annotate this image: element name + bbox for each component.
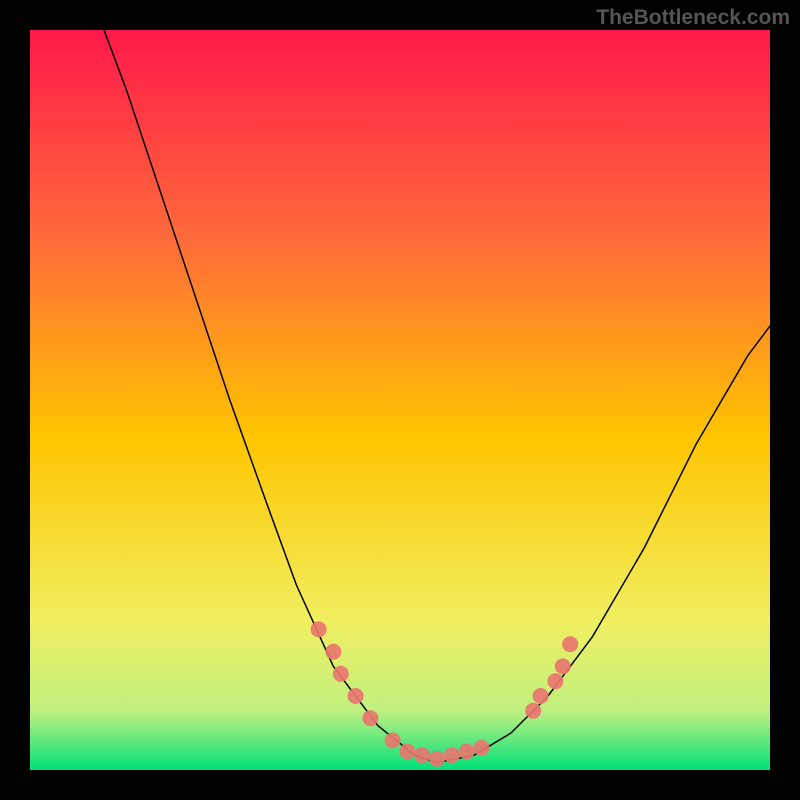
highlight-dot (325, 644, 341, 660)
highlight-dot (429, 751, 445, 767)
plot-area (30, 30, 770, 770)
highlight-dot (362, 710, 378, 726)
chart-svg (30, 30, 770, 770)
highlight-dot (444, 747, 460, 763)
highlight-dot (473, 740, 489, 756)
highlight-dot (525, 703, 541, 719)
gradient-background (30, 30, 770, 770)
highlight-dot (555, 658, 571, 674)
highlight-dot (399, 744, 415, 760)
highlight-dot (348, 688, 364, 704)
chart-container: TheBottleneck.com (0, 0, 800, 800)
highlight-dot (533, 688, 549, 704)
highlight-dot (385, 732, 401, 748)
highlight-dot (459, 744, 475, 760)
highlight-dot (414, 747, 430, 763)
highlight-dot (547, 673, 563, 689)
highlight-dot (333, 666, 349, 682)
watermark-text: TheBottleneck.com (596, 6, 790, 30)
highlight-dot (311, 621, 327, 637)
highlight-dot (562, 636, 578, 652)
